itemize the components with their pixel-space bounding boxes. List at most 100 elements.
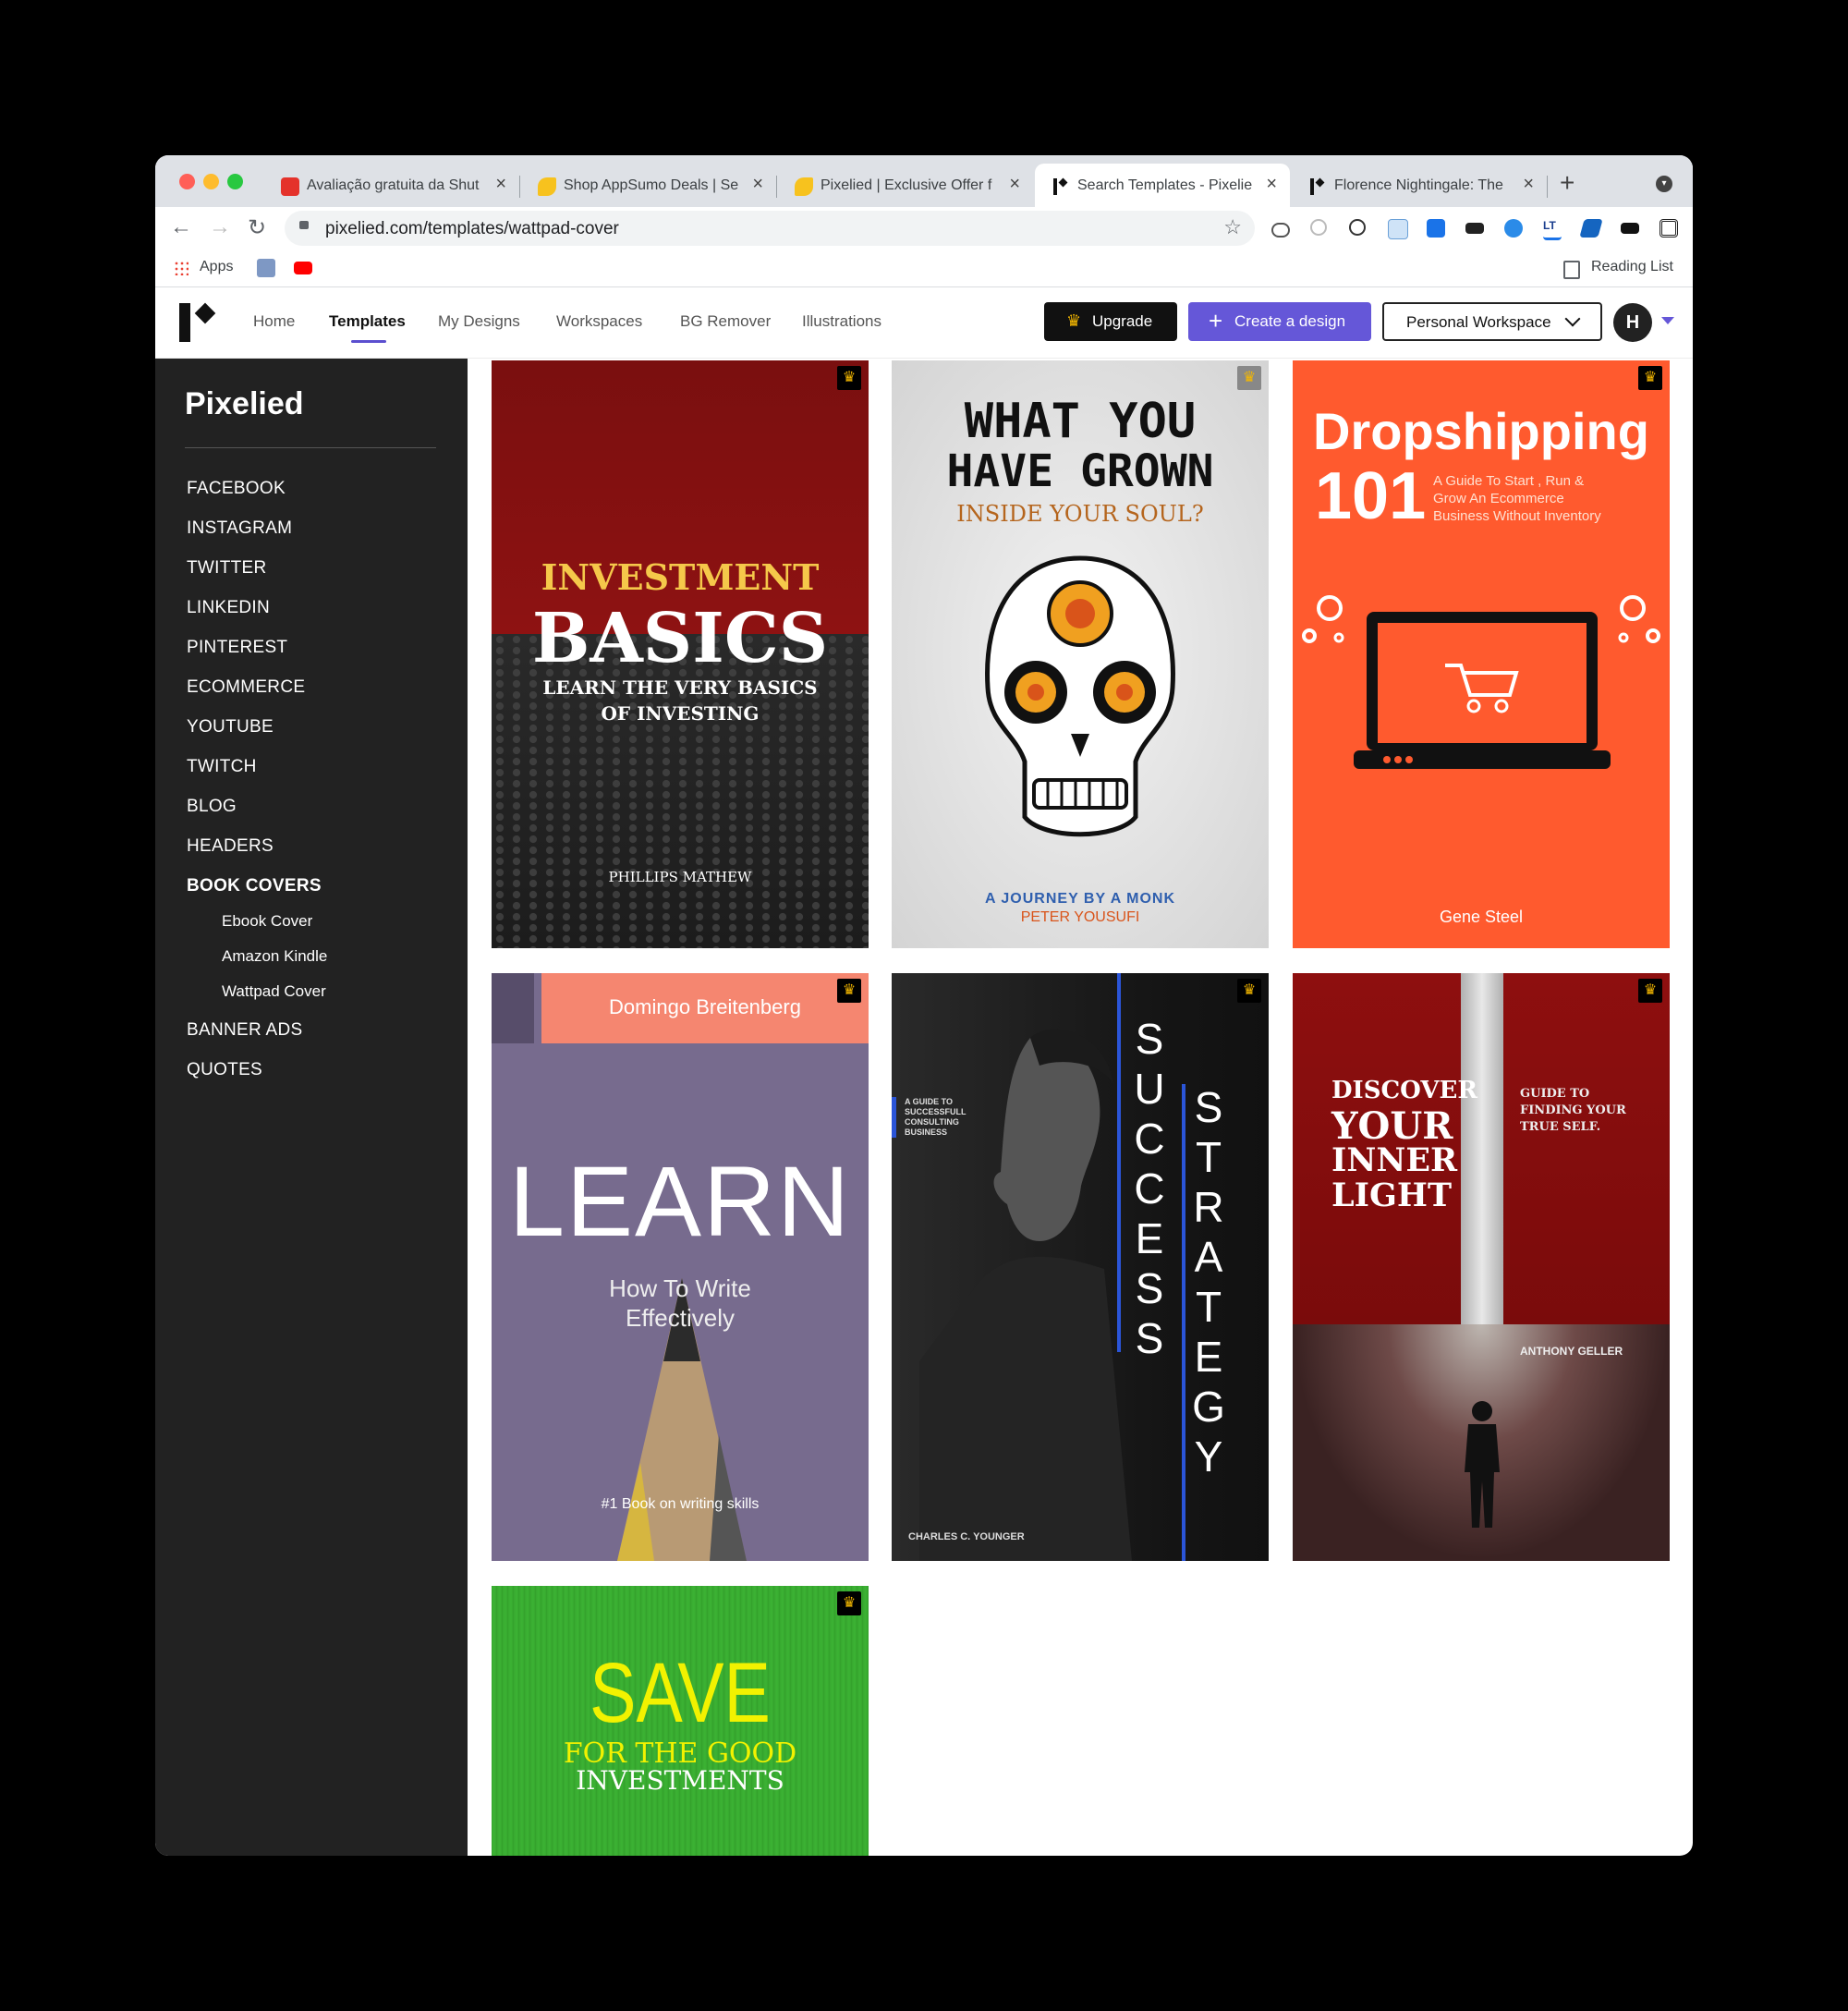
template-card[interactable]: ♛ Dropshipping 101 A Guide To Start , Ru… <box>1293 360 1670 948</box>
template-card[interactable]: ♛ WHAT YOU HAVE GROWN INSIDE YOUR SOUL? … <box>892 360 1269 948</box>
password-extension-icon[interactable] <box>1349 219 1366 236</box>
cover-subtitle: A Guide To Start , Run & <box>1433 473 1585 489</box>
sugar-skull-illustration <box>985 555 1175 837</box>
apps-bookmark[interactable]: Apps <box>200 259 233 275</box>
close-tab-icon[interactable]: × <box>1523 174 1534 195</box>
sidebar-subitem-amazon-kindle[interactable]: Amazon Kindle <box>222 947 327 966</box>
close-tab-icon[interactable]: × <box>1266 174 1277 195</box>
browser-window: Avaliação gratuita da Shut × Shop AppSum… <box>155 155 1693 1856</box>
address-bar[interactable]: pixelied.com/templates/wattpad-cover ☆ <box>285 211 1255 246</box>
cover-subtitle: Business Without Inventory <box>1433 508 1601 524</box>
nav-illustrations[interactable]: Illustrations <box>802 312 881 331</box>
cloud-extension-icon[interactable] <box>1271 223 1290 238</box>
nav-templates[interactable]: Templates <box>329 312 406 331</box>
qr-code-extension-icon[interactable] <box>1660 219 1678 238</box>
bookmarks-bar: Apps Reading List <box>155 250 1693 287</box>
nav-my-designs[interactable]: My Designs <box>438 312 520 331</box>
close-window-button[interactable] <box>179 174 195 189</box>
sidebar-item-youtube[interactable]: YOUTUBE <box>187 717 274 737</box>
create-design-button[interactable]: + Create a design <box>1188 302 1371 341</box>
color-block <box>492 973 534 1043</box>
gauge-extension-icon[interactable] <box>1310 219 1327 236</box>
reading-list-icon[interactable] <box>1563 261 1580 279</box>
tab-strip: Avaliação gratuita da Shut × Shop AppSum… <box>155 155 1693 207</box>
new-tab-button[interactable]: + <box>1560 168 1574 198</box>
sidebar-item-twitter[interactable]: TWITTER <box>187 558 267 579</box>
markdown-extension-icon[interactable] <box>1621 223 1639 234</box>
cover-title-line: LIGHT <box>1331 1176 1452 1214</box>
upgrade-button[interactable]: ♛ Upgrade <box>1044 302 1177 341</box>
workspace-selector[interactable]: Personal Workspace <box>1382 302 1602 341</box>
plus-icon: + <box>1209 307 1223 335</box>
nav-home[interactable]: Home <box>253 312 295 331</box>
close-tab-icon[interactable]: × <box>495 174 506 195</box>
sidebar-subitem-ebook-cover[interactable]: Ebook Cover <box>222 912 312 931</box>
languagetool-extension-icon[interactable]: LT <box>1543 219 1562 240</box>
pixelied-favicon-icon <box>1308 177 1327 196</box>
account-menu-caret-icon[interactable] <box>1661 317 1674 324</box>
premium-crown-icon: ♛ <box>837 1591 861 1615</box>
cover-title-line: SUCCESS <box>1134 1015 1165 1362</box>
cover-subtitle: How To Write <box>609 1274 751 1302</box>
browser-tab[interactable]: Florence Nightingale: The × <box>1292 164 1547 207</box>
sidebar-subitem-wattpad-cover[interactable]: Wattpad Cover <box>222 982 326 1001</box>
pixelied-logo[interactable] <box>179 302 220 344</box>
browser-tab-active[interactable]: Search Templates - Pixelie × <box>1035 164 1290 207</box>
bookmark-star-icon[interactable]: ☆ <box>1223 215 1242 239</box>
browser-tab[interactable]: Shop AppSumo Deals | Se × <box>521 164 776 207</box>
forward-arrow-icon[interactable]: → <box>209 214 231 240</box>
template-card[interactable]: Domingo Breitenberg ♛ LEARN How To Write… <box>492 973 869 1561</box>
nav-workspaces[interactable]: Workspaces <box>556 312 642 331</box>
browser-tab[interactable]: Pixelied | Exclusive Offer f × <box>778 164 1033 207</box>
download-extension-icon[interactable] <box>1427 219 1445 238</box>
close-tab-icon[interactable]: × <box>1009 174 1020 195</box>
cover-subtitle: LEARN THE VERY BASICS <box>542 676 818 699</box>
sidebar-item-linkedin[interactable]: LINKEDIN <box>187 598 270 618</box>
sidebar-item-pinterest[interactable]: PINTEREST <box>187 638 287 658</box>
reading-list-button[interactable]: Reading List <box>1591 259 1673 275</box>
apps-grid-icon[interactable] <box>174 261 188 275</box>
flag-extension-icon[interactable] <box>1579 219 1603 238</box>
bookmark-favicon-icon[interactable] <box>257 259 275 277</box>
sidebar-item-ecommerce[interactable]: ECOMMERCE <box>187 677 305 698</box>
sidebar-item-instagram[interactable]: INSTAGRAM <box>187 518 292 539</box>
tab-separator <box>1547 176 1548 198</box>
camera-extension-icon[interactable] <box>1465 223 1484 234</box>
cover-title-line: LEARN <box>508 1145 852 1257</box>
document-extension-icon[interactable] <box>1388 219 1408 239</box>
template-card[interactable]: ♛ DISCOVER YOUR INNER LIGHT GUIDE TO FIN… <box>1293 973 1670 1561</box>
sidebar-item-quotes[interactable]: QUOTES <box>187 1060 262 1080</box>
sidebar-item-banner-ads[interactable]: BANNER ADS <box>187 1020 302 1041</box>
youtube-icon[interactable] <box>294 262 312 274</box>
tab-search-icon[interactable]: ▾ <box>1656 176 1672 192</box>
category-sidebar: Pixelied FACEBOOK INSTAGRAM TWITTER LINK… <box>155 359 468 1856</box>
browser-toolbar: ← → ↻ pixelied.com/templates/wattpad-cov… <box>155 207 1693 250</box>
close-tab-icon[interactable]: × <box>752 174 763 195</box>
logo-diamond-icon <box>194 302 216 324</box>
back-arrow-icon[interactable]: ← <box>170 214 192 240</box>
cover-title-line: Dropshipping <box>1313 402 1649 460</box>
reload-icon[interactable]: ↻ <box>248 214 266 241</box>
sidebar-item-twitch[interactable]: TWITCH <box>187 757 257 777</box>
minimize-window-button[interactable] <box>203 174 219 189</box>
sidebar-title: Pixelied <box>185 386 304 421</box>
cover-title-line: DISCOVER <box>1331 1077 1477 1104</box>
premium-crown-icon: ♛ <box>837 366 861 390</box>
sidebar-item-book-covers[interactable]: BOOK COVERS <box>187 876 322 896</box>
template-card[interactable]: ♛ A GUIDE TO SUCCESSFULL CONSULTING BUSI… <box>892 973 1269 1561</box>
premium-crown-icon: ♛ <box>1237 366 1261 390</box>
template-card[interactable]: ♛ SAVE FOR THE GOOD INVESTMENTS <box>492 1586 869 1856</box>
cover-title-line: BASICS <box>531 599 829 678</box>
nav-bg-remover[interactable]: BG Remover <box>680 312 771 331</box>
browser-tab[interactable]: Avaliação gratuita da Shut × <box>264 164 519 207</box>
sidebar-item-headers[interactable]: HEADERS <box>187 836 274 857</box>
template-card[interactable]: ♛ INVESTMENT BASICS LEARN THE VERY BASIC… <box>492 360 869 948</box>
premium-crown-icon: ♛ <box>1638 366 1662 390</box>
zoom-window-button[interactable] <box>227 174 243 189</box>
cover-title-line: INNER <box>1331 1141 1458 1179</box>
activity-extension-icon[interactable] <box>1504 219 1523 238</box>
sidebar-item-blog[interactable]: BLOG <box>187 797 237 817</box>
avatar[interactable]: H <box>1613 303 1652 342</box>
chevron-down-icon <box>1564 311 1581 327</box>
sidebar-item-facebook[interactable]: FACEBOOK <box>187 479 286 499</box>
